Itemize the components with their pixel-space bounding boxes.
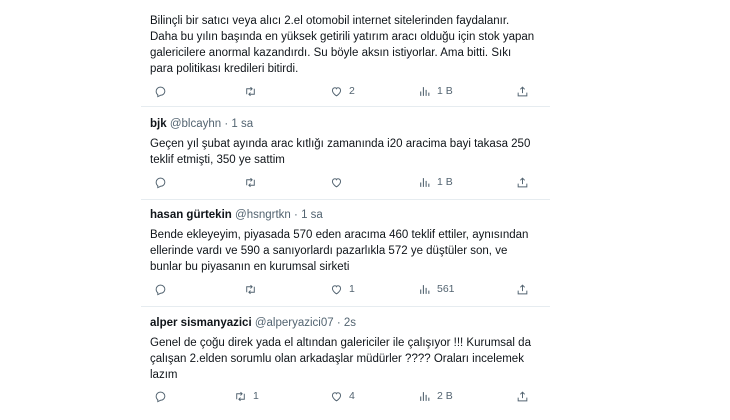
tweet-text-line: galericilere anormal kazandırdı. Su böyl… bbox=[150, 47, 512, 59]
tweet-text-line: bunlar bu piyasanın en kurumsal sirketi bbox=[150, 261, 350, 273]
retweet-icon bbox=[246, 177, 255, 187]
divider bbox=[141, 199, 550, 200]
tweet-text-line: ellerinde vardı ve 590 a sanıyorlardı pa… bbox=[150, 245, 508, 257]
share-button[interactable] bbox=[516, 281, 529, 297]
tweet-3[interactable]: hasan gürtekin @hsngrtkn · 1 sa Bende ek… bbox=[150, 208, 545, 295]
retweet-button[interactable]: 1 bbox=[234, 388, 259, 404]
author-name[interactable]: hasan gürtekin bbox=[150, 209, 232, 221]
tweet-text-line: lazım bbox=[150, 369, 178, 381]
tweet-text-line: teklif etmişti, 350 ye sattim bbox=[150, 154, 285, 166]
views-button[interactable]: 561 bbox=[418, 281, 455, 297]
tweet-text-line: Bilinçli bir satıcı veya alıcı 2.el otom… bbox=[150, 15, 510, 27]
views-count: 561 bbox=[437, 283, 455, 295]
tweet-text-line: Genel de çoğu direk yada el altından gal… bbox=[150, 337, 531, 349]
views-button[interactable]: 1 B bbox=[418, 83, 453, 99]
tweet-1[interactable]: Bilinçli bir satıcı veya alıcı 2.el otom… bbox=[150, 13, 545, 97]
author-name[interactable]: alper sismanyazici bbox=[150, 317, 252, 329]
reply-icon bbox=[155, 284, 166, 295]
timestamp[interactable]: 1 sa bbox=[301, 209, 323, 221]
share-icon bbox=[517, 390, 528, 401]
views-count: 1 B bbox=[437, 176, 453, 188]
views-icon bbox=[420, 391, 430, 401]
tweet-text-line: para politikası kredileri bitirdi. bbox=[150, 63, 299, 75]
like-button[interactable] bbox=[330, 174, 349, 190]
author-handle[interactable]: @blcayhn bbox=[170, 118, 221, 130]
author-name[interactable]: bjk bbox=[150, 118, 167, 130]
like-icon bbox=[331, 86, 342, 96]
reply-icon bbox=[155, 177, 166, 188]
separator-dot: · bbox=[224, 118, 229, 130]
tweet-text-line: Daha bu yılın başında en yüksek getirili… bbox=[150, 31, 535, 43]
views-button[interactable]: 1 B bbox=[418, 174, 453, 190]
retweet-count: 1 bbox=[253, 390, 259, 402]
separator-dot: · bbox=[336, 317, 341, 329]
action-bar: 1 561 bbox=[150, 281, 550, 297]
share-icon bbox=[517, 283, 528, 294]
tweet-text: Bilinçli bir satıcı veya alıcı 2.el otom… bbox=[150, 13, 545, 77]
reply-button[interactable] bbox=[154, 388, 173, 404]
divider bbox=[141, 106, 550, 107]
retweet-button[interactable] bbox=[244, 83, 263, 99]
share-button[interactable] bbox=[516, 83, 529, 99]
action-bar: 1 4 2 B bbox=[150, 388, 550, 404]
tweet-text: Geçen yıl şubat ayında arac kıtlığı zama… bbox=[150, 136, 545, 168]
views-icon bbox=[420, 177, 430, 187]
like-icon bbox=[331, 284, 342, 294]
reply-button[interactable] bbox=[154, 174, 173, 190]
like-count: 4 bbox=[349, 390, 355, 402]
like-count: 2 bbox=[349, 85, 355, 97]
action-bar: 2 1 B bbox=[150, 83, 550, 99]
reply-icon bbox=[155, 86, 166, 97]
tweet-2[interactable]: bjk @blcayhn · 1 sa Geçen yıl şubat ayın… bbox=[150, 117, 545, 188]
tweet-text-line: Geçen yıl şubat ayında arac kıtlığı zama… bbox=[150, 138, 531, 150]
retweet-icon bbox=[246, 284, 255, 294]
author-handle[interactable]: @alperyazici07 bbox=[255, 317, 334, 329]
views-count: 1 B bbox=[437, 85, 453, 97]
like-icon bbox=[331, 391, 342, 401]
timestamp[interactable]: 2s bbox=[344, 317, 356, 329]
tweet-text: Bende ekleyeyim, piyasada 570 eden aracı… bbox=[150, 227, 545, 275]
action-bar: 1 B bbox=[150, 174, 550, 190]
tweet-4[interactable]: alper sismanyazici @alperyazici07 · 2s G… bbox=[150, 316, 545, 402]
share-icon bbox=[517, 176, 528, 187]
tweet-header: bjk @blcayhn · 1 sa bbox=[150, 117, 545, 132]
timestamp[interactable]: 1 sa bbox=[231, 118, 253, 130]
views-icon bbox=[420, 284, 430, 294]
author-handle[interactable]: @hsngrtkn bbox=[235, 209, 291, 221]
views-icon bbox=[420, 86, 430, 96]
share-button[interactable] bbox=[516, 174, 529, 190]
views-button[interactable]: 2 B bbox=[418, 388, 453, 404]
tweet-text-line: çalışan 2.elden sorumlu olan arkadaşlar … bbox=[150, 353, 524, 365]
retweet-icon bbox=[236, 391, 245, 401]
tweet-header: alper sismanyazici @alperyazici07 · 2s bbox=[150, 316, 545, 331]
like-button[interactable]: 2 bbox=[330, 83, 355, 99]
tweet-header: hasan gürtekin @hsngrtkn · 1 sa bbox=[150, 208, 545, 223]
views-count: 2 B bbox=[437, 390, 453, 402]
like-button[interactable]: 4 bbox=[330, 388, 355, 404]
share-icon bbox=[517, 85, 528, 96]
tweet-text: Genel de çoğu direk yada el altından gal… bbox=[150, 335, 545, 383]
retweet-button[interactable] bbox=[244, 174, 263, 190]
reply-button[interactable] bbox=[154, 83, 173, 99]
retweet-button[interactable] bbox=[244, 281, 263, 297]
reply-button[interactable] bbox=[154, 281, 173, 297]
like-icon bbox=[331, 177, 342, 187]
retweet-icon bbox=[246, 86, 255, 96]
like-count: 1 bbox=[349, 283, 355, 295]
share-button[interactable] bbox=[516, 388, 529, 404]
divider bbox=[141, 306, 550, 307]
reply-icon bbox=[155, 391, 166, 402]
like-button[interactable]: 1 bbox=[330, 281, 355, 297]
separator-dot: · bbox=[294, 209, 298, 221]
tweet-text-line: Bende ekleyeyim, piyasada 570 eden aracı… bbox=[150, 229, 529, 241]
